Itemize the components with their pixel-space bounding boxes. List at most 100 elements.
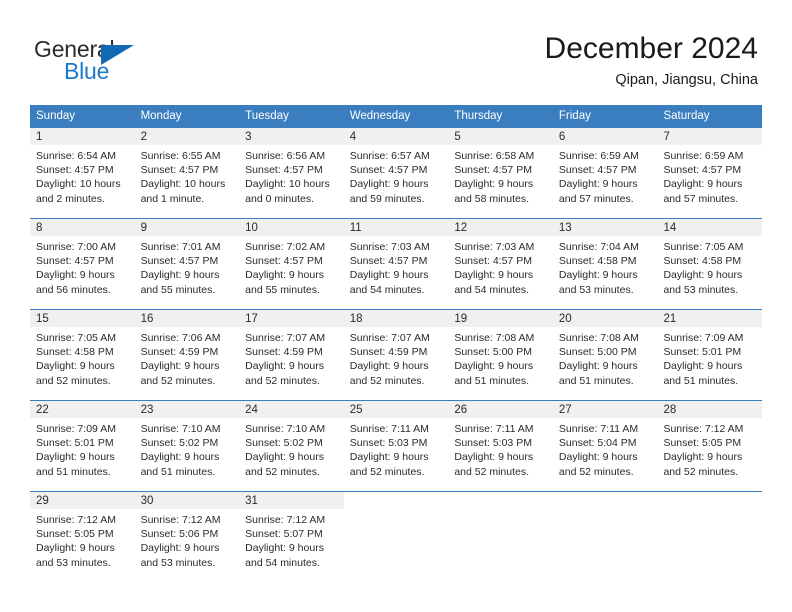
sunrise-text: Sunrise: 7:04 AM (558, 241, 639, 253)
calendar-day-cell[interactable]: 18 Sunrise: 7:07 AM Sunset: 4:59 PM Dayligh… (343, 310, 449, 400)
calendar-day-cell[interactable]: 9 Sunrise: 7:01 AM Sunset: 4:57 PM Daylight… (134, 219, 240, 309)
day-number: 26 (448, 401, 553, 418)
daylight-text: Daylight: 10 hours and 0 minutes. (245, 178, 330, 205)
day-number: 7 (657, 128, 763, 145)
calendar-day-cell[interactable]: 23 Sunrise: 7:10 AM Sunset: 5:02 PM Dayligh… (134, 401, 240, 491)
calendar-day-cell[interactable]: 10 Sunrise: 7:02 AM Sunset: 4:57 PM Dayligh… (239, 219, 344, 309)
day-number: 6 (552, 128, 658, 145)
sunrise-text: Sunrise: 7:07 AM (245, 332, 326, 344)
sunrise-text: Sunrise: 6:55 AM (140, 150, 221, 162)
day-sun-info: Sunrise: 7:10 AM Sunset: 5:02 PM Daylight:… (135, 418, 240, 479)
calendar-day-cell[interactable]: 19 Sunrise: 7:08 AM Sunset: 5:00 PM Dayligh… (448, 310, 553, 400)
weekday-header-tuesday: Tuesday (245, 110, 289, 122)
calendar-day-cell[interactable]: 31 Sunrise: 7:12 AM Sunset: 5:07 PM Dayligh… (239, 492, 344, 582)
calendar-day-cell[interactable]: 29 Sunrise: 7:12 AM Sunset: 5:05 PM Dayligh… (30, 492, 135, 582)
calendar-day-cell[interactable]: 24 Sunrise: 7:10 AM Sunset: 5:02 PM Dayligh… (239, 401, 344, 491)
calendar-day-cell[interactable]: 1 Sunrise: 6:54 AM Sunset: 4:57 PM Daylight… (30, 128, 135, 218)
sunset-text: Sunset: 4:57 PM (140, 255, 219, 268)
daylight-text: Daylight: 10 hours and 1 minute. (140, 178, 226, 205)
sunset-text: Sunset: 4:57 PM (454, 164, 532, 177)
calendar-day-cell[interactable]: 17 Sunrise: 7:07 AM Sunset: 4:59 PM Dayligh… (239, 310, 344, 400)
day-sun-info: Sunrise: 7:07 AM Sunset: 4:59 PM Daylight:… (344, 327, 449, 388)
sunset-text: Sunset: 5:06 PM (140, 528, 219, 541)
day-sun-info: Sunrise: 6:55 AM Sunset: 4:57 PM Daylight:… (135, 145, 240, 206)
sunrise-text: Sunrise: 7:03 AM (454, 241, 535, 253)
day-sun-info: Sunrise: 7:01 AM Sunset: 4:57 PM Daylight:… (135, 236, 240, 297)
calendar-day-cell[interactable]: 8 Sunrise: 7:00 AM Sunset: 4:57 PM Daylight… (30, 219, 135, 309)
daylight-text: Daylight: 9 hours and 53 minutes. (140, 542, 220, 569)
sunrise-text: Sunrise: 7:12 AM (140, 514, 221, 526)
calendar-day-cell[interactable]: 5 Sunrise: 6:58 AM Sunset: 4:57 PM Daylight… (448, 128, 553, 218)
day-number (552, 492, 658, 509)
calendar-day-cell[interactable]: 15 Sunrise: 7:05 AM Sunset: 4:58 PM Dayligh… (30, 310, 135, 400)
day-sun-info: Sunrise: 7:10 AM Sunset: 5:02 PM Daylight:… (239, 418, 344, 479)
calendar-day-cell[interactable]: 27 Sunrise: 7:11 AM Sunset: 5:04 PM Dayligh… (552, 401, 658, 491)
day-sun-info: Sunrise: 6:56 AM Sunset: 4:57 PM Daylight:… (239, 145, 344, 206)
daylight-text: Daylight: 9 hours and 51 minutes. (36, 451, 115, 478)
daylight-text: Daylight: 9 hours and 52 minutes. (558, 451, 638, 478)
daylight-text: Daylight: 9 hours and 53 minutes. (663, 269, 743, 296)
calendar-day-cell[interactable]: 21 Sunrise: 7:09 AM Sunset: 5:01 PM Dayligh… (657, 310, 763, 400)
sunset-text: Sunset: 4:57 PM (36, 164, 114, 177)
day-number: 20 (552, 310, 658, 327)
day-number: 21 (657, 310, 763, 327)
page-header: General Blue December 2024 Qipan, Jiangs… (34, 30, 758, 96)
sunset-text: Sunset: 4:58 PM (663, 255, 742, 268)
calendar-day-cell[interactable]: 4 Sunrise: 6:57 AM Sunset: 4:57 PM Daylight… (343, 128, 449, 218)
sunset-text: Sunset: 4:59 PM (245, 346, 323, 359)
daylight-text: Daylight: 9 hours and 51 minutes. (558, 360, 638, 387)
calendar-day-cell[interactable]: 6 Sunrise: 6:59 AM Sunset: 4:57 PM Daylight… (552, 128, 658, 218)
sunset-text: Sunset: 4:59 PM (140, 346, 219, 359)
sunset-text: Sunset: 5:04 PM (558, 437, 637, 450)
calendar-day-cell[interactable]: 2 Sunrise: 6:55 AM Sunset: 4:57 PM Daylight… (134, 128, 240, 218)
calendar-day-cell[interactable]: 13 Sunrise: 7:04 AM Sunset: 4:58 PM Dayligh… (552, 219, 658, 309)
day-number: 27 (552, 401, 658, 418)
calendar-day-cell[interactable]: 28 Sunrise: 7:12 AM Sunset: 5:05 PM Dayligh… (657, 401, 763, 491)
calendar-day-cell[interactable]: 14 Sunrise: 7:05 AM Sunset: 4:58 PM Dayligh… (657, 219, 763, 309)
day-number: 28 (657, 401, 763, 418)
calendar-day-cell[interactable]: 25 Sunrise: 7:11 AM Sunset: 5:03 PM Dayligh… (343, 401, 449, 491)
sunset-text: Sunset: 4:57 PM (245, 164, 323, 177)
day-sun-info: Sunrise: 7:02 AM Sunset: 4:57 PM Daylight:… (239, 236, 344, 297)
sunrise-text: Sunrise: 7:01 AM (140, 241, 221, 253)
day-sun-info: Sunrise: 7:06 AM Sunset: 4:59 PM Daylight:… (135, 327, 240, 388)
day-number: 17 (239, 310, 344, 327)
sunrise-text: Sunrise: 7:12 AM (663, 423, 744, 435)
calendar-weeks: 1 Sunrise: 6:54 AM Sunset: 4:57 PM Daylight… (30, 128, 763, 582)
day-number: 4 (343, 128, 449, 145)
sunrise-text: Sunrise: 7:08 AM (454, 332, 535, 344)
calendar-grid: Sunday Monday Tuesday Wednesday Thursday Frid… (30, 105, 763, 582)
weekday-header-thursday: Thursday (454, 110, 503, 122)
calendar-day-cell[interactable]: 30 Sunrise: 7:12 AM Sunset: 5:06 PM Dayligh… (134, 492, 240, 582)
calendar-day-cell[interactable]: 16 Sunrise: 7:06 AM Sunset: 4:59 PM Dayligh… (134, 310, 240, 400)
day-number: 10 (239, 219, 344, 236)
day-sun-info: Sunrise: 7:12 AM Sunset: 5:05 PM Daylight:… (30, 509, 135, 570)
calendar-day-cell[interactable]: 3 Sunrise: 6:56 AM Sunset: 4:57 PM Daylight… (239, 128, 344, 218)
calendar-day-cell[interactable]: 11 Sunrise: 7:03 AM Sunset: 4:57 PM Dayligh… (343, 219, 449, 309)
calendar-day-cell[interactable]: 20 Sunrise: 7:08 AM Sunset: 5:00 PM Dayligh… (552, 310, 658, 400)
sunrise-text: Sunrise: 6:59 AM (663, 150, 744, 162)
sunrise-text: Sunrise: 7:12 AM (36, 514, 116, 526)
general-blue-logo[interactable]: General Blue (34, 36, 214, 92)
sunset-text: Sunset: 4:58 PM (36, 346, 114, 359)
calendar-day-cell-empty (343, 492, 449, 582)
calendar-day-cell[interactable]: 26 Sunrise: 7:11 AM Sunset: 5:03 PM Dayligh… (448, 401, 553, 491)
calendar-day-cell[interactable]: 12 Sunrise: 7:03 AM Sunset: 4:57 PM Dayligh… (448, 219, 553, 309)
calendar-day-cell[interactable]: 22 Sunrise: 7:09 AM Sunset: 5:01 PM Dayligh… (30, 401, 135, 491)
sunrise-text: Sunrise: 6:59 AM (558, 150, 639, 162)
sunrise-text: Sunrise: 7:09 AM (663, 332, 744, 344)
weekday-header-friday: Friday (558, 110, 591, 122)
calendar-week-row: 29 Sunrise: 7:12 AM Sunset: 5:05 PM Dayligh… (30, 491, 763, 582)
day-sun-info: Sunrise: 7:03 AM Sunset: 4:57 PM Daylight:… (448, 236, 553, 297)
day-number (448, 492, 553, 509)
day-sun-info: Sunrise: 7:11 AM Sunset: 5:03 PM Daylight:… (344, 418, 449, 479)
calendar-week-row: 15 Sunrise: 7:05 AM Sunset: 4:58 PM Dayligh… (30, 309, 763, 400)
calendar-day-cell[interactable]: 7 Sunrise: 6:59 AM Sunset: 4:57 PM Daylight… (657, 128, 763, 218)
day-sun-info: Sunrise: 7:12 AM Sunset: 5:05 PM Daylight:… (657, 418, 762, 479)
day-number: 23 (134, 401, 240, 418)
calendar-page: General Blue December 2024 Qipan, Jiangs… (0, 0, 792, 612)
daylight-text: Daylight: 9 hours and 51 minutes. (140, 451, 220, 478)
sunset-text: Sunset: 4:57 PM (245, 255, 323, 268)
sunset-text: Sunset: 4:57 PM (349, 164, 428, 177)
day-number: 3 (239, 128, 344, 145)
